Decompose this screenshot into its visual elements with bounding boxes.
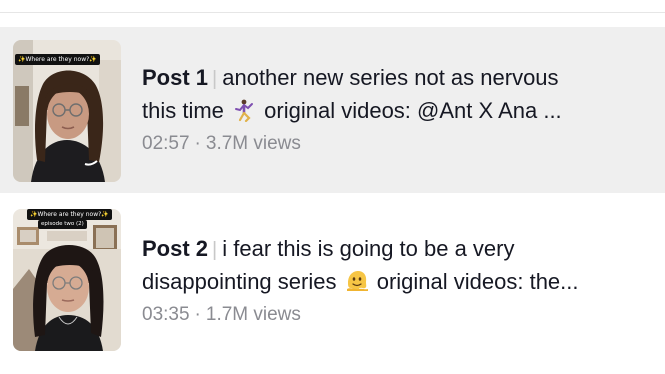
post-2-caption-text-2a: disappointing series [142, 269, 337, 294]
caption-separator: | [212, 239, 218, 261]
thumbnail-tag: ✨Where are they now?✨ [27, 209, 112, 220]
post-row-1[interactable]: ✨Where are they now?✨ Post 1 | another new… [0, 27, 665, 193]
post-2-caption-text-2b: original videos: the... [376, 269, 579, 294]
thumbnail-episode-tag: episode two (2) [38, 220, 87, 229]
post-2-thumbnail-image [13, 209, 121, 351]
meta-dot: · [194, 133, 201, 154]
post-1-caption-line-2: this time original videos: @Ant X Ana ..… [142, 95, 652, 127]
post-1-duration: 02:57 [142, 133, 190, 154]
post-1-text: Post 1 | another new series not as nervous… [142, 62, 652, 155]
caption-separator: | [212, 68, 218, 90]
post-1-caption-text-2a: this time [142, 98, 224, 123]
post-1-views: 3.7M views [205, 133, 301, 154]
post-2-label: Post 2 [142, 236, 209, 261]
post-1-caption-line-1: Post 1 | another new series not as nervous [142, 62, 652, 95]
post-1-label: Post 1 [142, 65, 209, 90]
post-1-thumbnail[interactable]: ✨Where are they now?✨ [13, 40, 121, 182]
post-2-text: Post 2 | i fear this is going to be a very… [142, 233, 652, 326]
melting-face-icon [345, 269, 369, 293]
post-2-caption-line-1: Post 2 | i fear this is going to be a very [142, 233, 652, 266]
meta-dot: · [194, 304, 201, 325]
dancer-icon [232, 98, 256, 122]
post-1-meta: 02:57 · 3.7M views [142, 133, 652, 155]
post-2-views: 1.7M views [205, 304, 301, 325]
post-1-caption-text-1: another new series not as nervous [222, 65, 559, 90]
post-2-duration: 03:35 [142, 304, 190, 325]
post-1-caption-text-2b: original videos: @Ant X Ana ... [264, 98, 562, 123]
post-2-thumbnail[interactable]: ✨Where are they now?✨ episode two (2) [13, 209, 121, 351]
post-2-meta: 03:35 · 1.7M views [142, 304, 652, 326]
post-row-2[interactable]: ✨Where are they now?✨ episode two (2) Po… [0, 193, 665, 374]
post-2-caption-line-2: disappointing series original videos: th… [142, 266, 652, 298]
top-divider [0, 12, 665, 13]
post-2-caption-text-1: i fear this is going to be a very [222, 236, 515, 261]
thumbnail-tag: ✨Where are they now?✨ [15, 54, 100, 65]
